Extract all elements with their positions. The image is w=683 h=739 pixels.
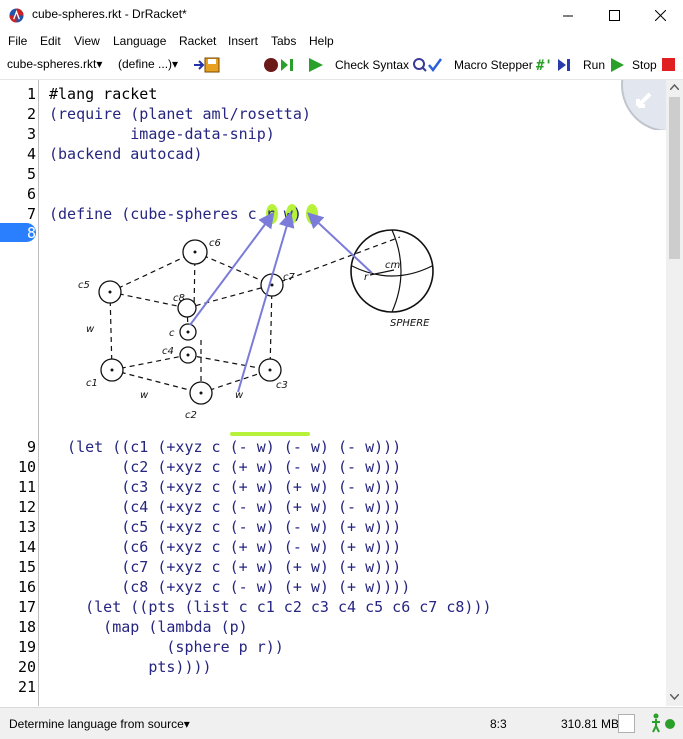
arrow-right-icon <box>194 60 205 70</box>
debug-button[interactable] <box>262 56 300 74</box>
stop-button[interactable]: Stop <box>632 57 676 72</box>
menu-file[interactable]: File <box>8 34 27 48</box>
menu-insert[interactable]: Insert <box>228 34 258 48</box>
scrollbar-thumb[interactable] <box>669 97 680 259</box>
line-number: 18 <box>17 618 36 636</box>
menu-edit[interactable]: Edit <box>40 34 61 48</box>
define-dropdown-label: (define ...) <box>118 57 173 71</box>
stop-label: Stop <box>632 57 657 72</box>
maximize-button[interactable] <box>591 0 637 31</box>
line-number: 10 <box>17 458 36 476</box>
bug-icon <box>264 58 278 72</box>
maximize-icon <box>608 10 620 21</box>
save-button[interactable] <box>193 56 223 74</box>
status-bar: Determine language from source▾ 8:3 310.… <box>0 707 683 739</box>
svg-text:#': #' <box>536 58 553 73</box>
line-number: 19 <box>17 638 36 656</box>
definitions-editor[interactable]: 1 2 3 4 5 6 7 8 9 10 11 12 13 14 15 16 1… <box>0 80 666 706</box>
file-dropdown[interactable]: cube-spheres.rkt▾ <box>7 57 102 71</box>
drracket-logo-icon <box>9 8 24 23</box>
menu-bar: File Edit View Language Racket Insert Ta… <box>0 31 683 51</box>
code-line: pts)))) <box>49 658 212 676</box>
menu-help[interactable]: Help <box>309 34 334 48</box>
chevron-down-icon: ▾ <box>172 57 179 71</box>
code-line: (c3 (+xyz c (+ w) (+ w) (- w))) <box>49 478 402 496</box>
line-number: 14 <box>17 538 36 556</box>
line-number: 13 <box>17 518 36 536</box>
line-number: 16 <box>17 578 36 596</box>
line-number: 17 <box>17 598 36 616</box>
memory-usage: 310.81 MB <box>561 717 620 731</box>
toolbar: cube-spheres.rkt▾ (define ...)▾ Check Sy… <box>0 51 683 80</box>
menu-language[interactable]: Language <box>113 34 166 48</box>
define-dropdown[interactable]: (define ...)▾ <box>118 57 178 71</box>
line-number: 11 <box>17 478 36 496</box>
minimize-icon <box>562 15 573 17</box>
menu-racket[interactable]: Racket <box>179 34 216 48</box>
running-status-icon <box>652 713 675 733</box>
code-line: (c5 (+xyz c (- w) (- w) (+ w))) <box>49 518 402 536</box>
code-line: (c7 (+xyz c (+ w) (+ w) (+ w))) <box>49 558 402 576</box>
title-bar: cube-spheres.rkt - DrRacket* <box>0 0 683 31</box>
code-line: (c4 (+xyz c (- w) (+ w) (- w))) <box>49 498 402 516</box>
code-line: (let ((c1 (+xyz c (- w) (- w) (- w))) <box>49 438 402 456</box>
close-button[interactable] <box>637 0 683 31</box>
scroll-down-icon[interactable] <box>670 694 679 700</box>
code-line: (c2 (+xyz c (+ w) (- w) (- w))) <box>49 458 402 476</box>
stop-icon <box>661 58 675 71</box>
menu-tabs[interactable]: Tabs <box>271 34 296 48</box>
cursor-position: 8:3 <box>490 717 507 731</box>
play-icon <box>611 58 625 72</box>
chevron-down-icon: ▾ <box>96 57 103 71</box>
magnifier-check-icon <box>413 58 443 73</box>
line-number: 21 <box>17 678 36 696</box>
menu-view[interactable]: View <box>74 34 100 48</box>
code-line: (sphere p r)) <box>49 638 284 656</box>
line-number: 9 <box>26 438 36 456</box>
gc-indicator <box>618 714 635 733</box>
check-syntax-button[interactable]: Check Syntax <box>335 57 443 73</box>
line-number: 20 <box>17 658 36 676</box>
macro-stepper-label: Macro Stepper <box>454 58 533 72</box>
macro-stepper-button[interactable]: Macro Stepper #' <box>454 57 574 73</box>
step-icon <box>281 59 288 71</box>
chevron-down-icon: ▾ <box>183 717 190 731</box>
code-line: (c6 (+xyz c (+ w) (- w) (+ w))) <box>49 538 402 556</box>
language-selector[interactable]: Determine language from source▾ <box>9 717 190 731</box>
image-snip-marker <box>230 432 310 436</box>
file-dropdown-label: cube-spheres.rkt <box>7 57 97 71</box>
language-label: Determine language from source <box>9 717 184 731</box>
close-icon <box>654 10 666 21</box>
line-number: 12 <box>17 498 36 516</box>
run-label: Run <box>583 58 606 72</box>
scroll-up-icon[interactable] <box>670 84 679 90</box>
run-with-arrow-icon[interactable] <box>307 56 325 74</box>
binding-arrows <box>189 211 373 393</box>
run-button[interactable]: Run <box>583 57 625 73</box>
code-line: (map (lambda (p) <box>49 618 248 636</box>
code-line: (let ((pts (list c c1 c2 c3 c4 c5 c6 c7 … <box>49 598 492 616</box>
code-line: (c8 (+xyz c (- w) (+ w) (+ w)))) <box>49 578 411 596</box>
macro-stepper-icon: #' <box>536 58 570 73</box>
minimize-button[interactable] <box>545 0 591 31</box>
check-syntax-label: Check Syntax <box>335 58 410 72</box>
window-title: cube-spheres.rkt - DrRacket* <box>32 7 187 21</box>
line-number: 15 <box>17 558 36 576</box>
